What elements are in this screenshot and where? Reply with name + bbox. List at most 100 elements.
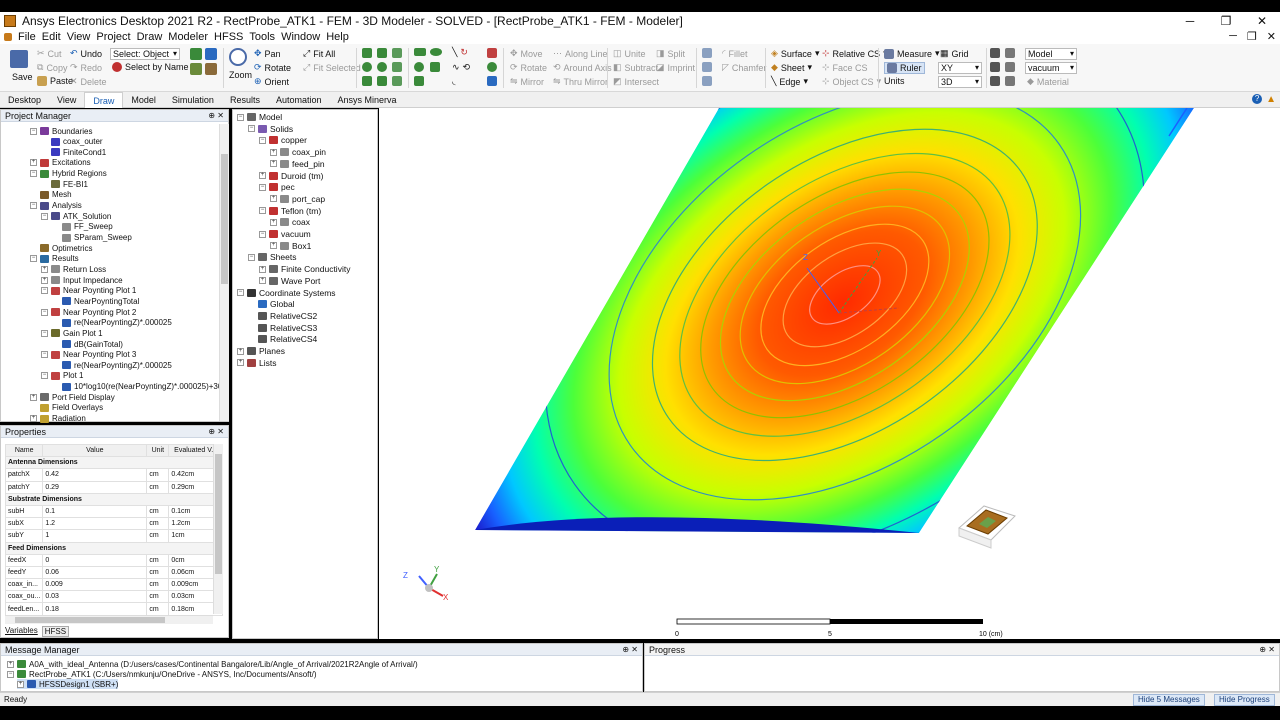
model-tree-item[interactable]: + Wave Port — [259, 276, 320, 286]
polygon-icon[interactable] — [430, 62, 440, 72]
relative-cs-button[interactable]: Relative CS — [833, 49, 881, 59]
menu-tools[interactable]: Tools — [246, 31, 278, 43]
property-value[interactable]: 0 — [42, 553, 148, 567]
delete-button[interactable]: Delete — [81, 77, 107, 87]
model-tree-item[interactable]: + Planes — [237, 346, 285, 356]
project-tree-item[interactable]: + Excitations — [30, 158, 91, 168]
split-button[interactable]: Split — [668, 49, 686, 59]
project-tree-item[interactable]: − Gain Plot 1 — [41, 328, 103, 338]
spline-icon[interactable]: ∿ — [452, 62, 460, 73]
properties-hscrollbar[interactable] — [5, 615, 213, 624]
model-tree-item[interactable]: − copper — [259, 135, 307, 145]
expand-icon[interactable]: + — [30, 393, 37, 401]
cylinder-icon[interactable] — [362, 62, 372, 72]
property-value[interactable]: 0.03 — [42, 590, 148, 604]
rotate-object-button[interactable]: Rotate — [521, 63, 548, 73]
collapse-icon[interactable]: − — [248, 253, 255, 261]
model-tree-item[interactable]: RelativeCS4 — [248, 334, 317, 344]
expand-icon[interactable]: + — [41, 276, 48, 284]
project-tree-item[interactable]: Field Overlays — [30, 403, 103, 413]
project-tree-item[interactable]: − Near Poynting Plot 1 — [41, 286, 136, 296]
grid-button[interactable]: Grid — [952, 49, 969, 59]
project-tree-item[interactable]: − Hybrid Regions — [30, 169, 107, 179]
doc-restore-button[interactable]: ❐ — [1247, 30, 1257, 43]
project-tree-item[interactable]: dB(GainTotal) — [52, 339, 123, 349]
copy-button[interactable]: Copy — [46, 63, 67, 73]
project-tree-item[interactable]: + Return Loss — [41, 264, 106, 274]
close-button[interactable]: ✕ — [1244, 12, 1280, 30]
project-tree-item[interactable]: + Port Field Display — [30, 392, 115, 402]
along-line-button[interactable]: Along Line — [565, 49, 608, 59]
model-tree-item[interactable]: − Solids — [248, 124, 293, 134]
measure-button[interactable]: Measure — [897, 49, 932, 59]
property-row[interactable]: subH 0.1 cm 0.1cm — [4, 504, 223, 519]
collapse-icon[interactable]: − — [41, 287, 48, 295]
snap-quadrant-icon[interactable] — [1005, 76, 1015, 86]
collapse-icon[interactable]: − — [30, 170, 37, 178]
model-tree-item[interactable]: + coax_pin — [270, 147, 326, 157]
model-tree-item[interactable]: − pec — [259, 182, 295, 192]
menu-view[interactable]: View — [64, 31, 94, 43]
model-tree-item[interactable]: − vacuum — [259, 229, 311, 239]
line-icon[interactable]: ╲ — [452, 47, 457, 58]
tab-desktop[interactable]: Desktop — [0, 92, 49, 108]
arc-icon[interactable]: ↻ — [460, 47, 468, 58]
sphere-icon[interactable] — [377, 62, 387, 72]
toolbar-icon-c[interactable] — [190, 63, 202, 75]
tab-hfss-props[interactable]: HFSS — [41, 626, 70, 637]
zoom-button[interactable]: Zoom — [229, 70, 252, 80]
expand-icon[interactable]: + — [270, 195, 277, 203]
model-tree-item[interactable]: − Sheets — [248, 252, 296, 262]
collapse-icon[interactable]: − — [259, 183, 266, 191]
project-tree-item[interactable]: FE-BI1 — [41, 179, 88, 189]
project-tree-item[interactable]: − ATK_Solution — [41, 211, 111, 221]
property-row[interactable]: feedLen... 0.18 cm 0.18cm — [4, 602, 223, 616]
tab-results[interactable]: Results — [222, 92, 268, 108]
model-tree-item[interactable]: + coax — [270, 217, 310, 227]
property-value[interactable]: 1 — [42, 529, 148, 543]
save-button[interactable]: Save — [12, 72, 33, 82]
collapse-icon[interactable]: − — [41, 351, 48, 359]
col-unit[interactable]: Unit — [146, 443, 170, 458]
property-value[interactable]: 1.2 — [42, 517, 148, 531]
mirror-button[interactable]: Mirror — [521, 77, 545, 87]
message-row[interactable]: + A0A_with_ideal_Antenna (D:/users/cases/… — [7, 659, 418, 669]
toolbar-icon-a[interactable] — [190, 48, 202, 60]
undo-button[interactable]: Undo — [81, 49, 103, 59]
model-dropdown[interactable]: Model — [1025, 48, 1077, 60]
properties-scrollbar[interactable] — [213, 444, 223, 614]
maximize-button[interactable]: ❐ — [1208, 12, 1244, 30]
expand-icon[interactable]: + — [270, 160, 277, 168]
model-tree-item[interactable]: − Coordinate Systems — [237, 288, 336, 298]
fit-selected-button[interactable]: Fit Selected — [313, 63, 361, 73]
project-tree-item[interactable]: + Radiation — [30, 414, 86, 424]
ruler-button[interactable]: Ruler — [900, 63, 922, 73]
message-pin-icon[interactable]: ⊕ ✕ — [622, 644, 638, 656]
hide-progress-button[interactable]: Hide Progress — [1214, 694, 1275, 706]
progress-pin-icon[interactable]: ⊕ ✕ — [1259, 644, 1275, 656]
intersect-button[interactable]: Intersect — [625, 77, 660, 87]
message-row[interactable]: + HFSSDesign1 (SBR+) — [17, 679, 119, 689]
collapse-icon[interactable]: − — [248, 125, 255, 133]
pan-button[interactable]: Pan — [265, 49, 281, 59]
expand-icon[interactable]: + — [259, 277, 266, 285]
equation-curve-icon[interactable]: ⟲ — [463, 62, 471, 73]
select-by-name-button[interactable]: Select by Name — [125, 62, 189, 72]
model-tree-item[interactable]: + Box1 — [270, 241, 311, 251]
edge-button[interactable]: Edge — [779, 77, 800, 87]
tab-model[interactable]: Model — [123, 92, 164, 108]
regular-polyhedron-icon[interactable] — [377, 76, 387, 86]
property-row[interactable]: subX 1.2 cm 1.2cm — [4, 517, 223, 531]
snap-grid-icon[interactable] — [990, 48, 1000, 58]
collapse-icon[interactable]: − — [259, 230, 266, 238]
menu-project[interactable]: Project — [93, 31, 133, 43]
unite-button[interactable]: Unite — [625, 49, 646, 59]
property-value[interactable]: 0.42 — [42, 468, 148, 482]
collapse-icon[interactable]: − — [30, 255, 37, 263]
region-icon[interactable] — [414, 76, 424, 86]
snap-face-icon[interactable] — [1005, 62, 1015, 72]
tab-simulation[interactable]: Simulation — [164, 92, 222, 108]
property-group-row[interactable]: Antenna Dimensions — [5, 456, 223, 470]
project-tree-item[interactable]: + Input Impedance — [41, 275, 123, 285]
property-value[interactable]: 0.29 — [42, 480, 148, 494]
